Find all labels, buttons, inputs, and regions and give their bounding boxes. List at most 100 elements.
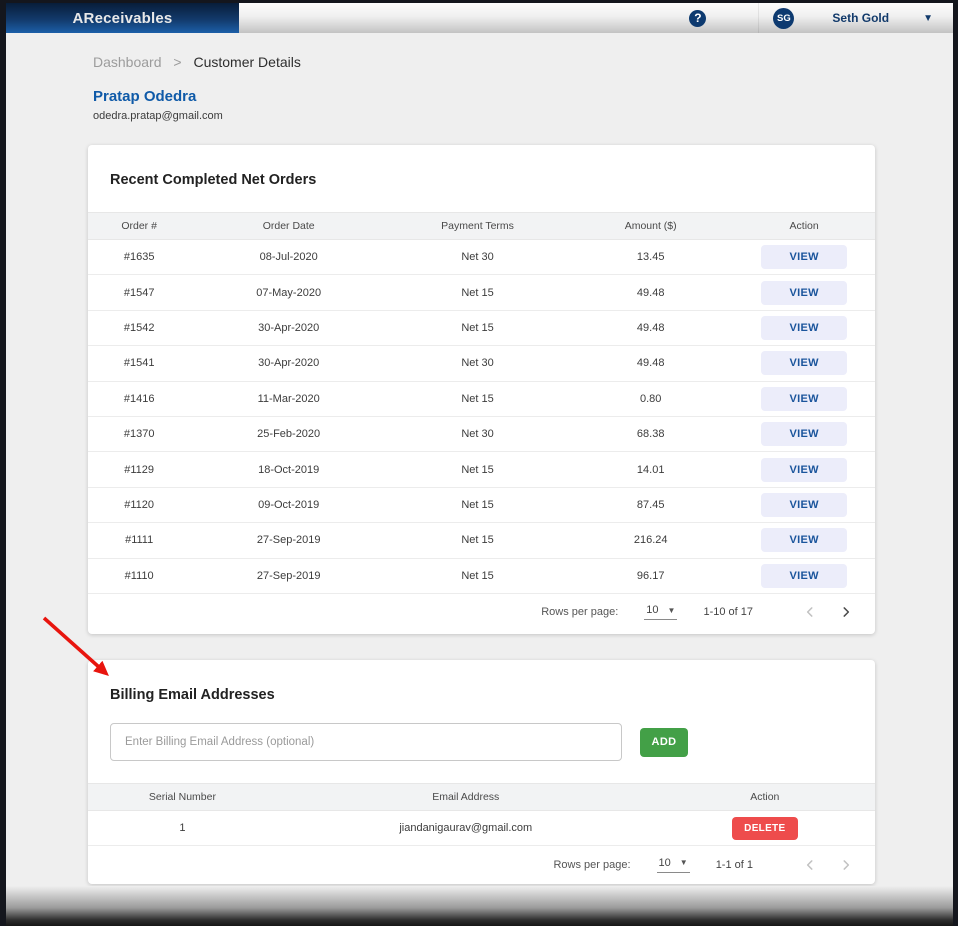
rows-per-page-select[interactable]: 10 ▼ [656, 857, 690, 873]
customer-email: odedra.pratap@gmail.com [93, 110, 223, 122]
table-cell: 49.48 [636, 286, 665, 299]
col-action: Action [750, 791, 780, 803]
table-cell: #1416 [123, 392, 155, 405]
order-table-row: #1129 18-Oct-2019 Net 15 14.01 VIEW [88, 452, 875, 488]
table-cell: Net 15 [461, 286, 494, 299]
order-table-row: #1370 25-Feb-2020 Net 30 68.38 VIEW [88, 416, 875, 453]
next-page-icon[interactable] [839, 605, 853, 619]
billing-emails-card: Billing Email Addresses ADD Serial Numbe… [88, 660, 875, 884]
table-cell: Net 30 [461, 428, 494, 441]
table-cell: Net 15 [461, 463, 494, 476]
table-cell: Net 15 [461, 392, 494, 405]
add-button[interactable]: ADD [640, 727, 688, 757]
table-cell-action: VIEW [733, 245, 875, 270]
page-range-label: 1-1 of 1 [715, 858, 753, 871]
table-cell: 27-Sep-2019 [256, 534, 321, 547]
table-cell: #1542 [123, 321, 155, 334]
table-cell: 49.48 [636, 357, 665, 370]
top-navigation-bar: AReceivables ? SG Seth Gold ▼ [6, 3, 953, 33]
col-email-address: Email Address [432, 791, 500, 803]
table-cell: 68.38 [636, 428, 665, 441]
table-cell: 25-Feb-2020 [257, 428, 321, 441]
table-cell-action: VIEW [733, 315, 875, 340]
rows-per-page-select[interactable]: 10 ▼ [644, 604, 678, 621]
table-cell: 87.45 [636, 498, 665, 511]
previous-page-icon[interactable] [803, 605, 817, 619]
rows-per-page-label: Rows per page: [541, 606, 619, 619]
bottom-vignette [6, 886, 953, 926]
col-serial-number: Serial Number [148, 791, 216, 803]
view-button[interactable]: VIEW [761, 528, 848, 553]
view-button[interactable]: VIEW [761, 351, 848, 376]
table-cell-action: VIEW [733, 351, 875, 376]
app-window: { "header": { "brand": "AReceivables", "… [0, 0, 958, 926]
view-button[interactable]: VIEW [761, 245, 848, 270]
table-cell: 96.17 [636, 569, 665, 582]
view-button[interactable]: VIEW [761, 280, 848, 305]
table-cell-action: VIEW [733, 457, 875, 482]
col-order-number: Order # [121, 220, 157, 232]
page-frame: AReceivables ? SG Seth Gold ▼ Dashboard … [6, 3, 953, 893]
table-cell: #1110 [124, 569, 154, 582]
view-button[interactable]: VIEW [761, 422, 848, 447]
brand-name: AReceivables [72, 9, 173, 27]
billing-table-row: 1 jiandanigaurav@gmail.com DELETE [88, 811, 875, 847]
order-table-row: #1635 08-Jul-2020 Net 30 13.45 VIEW [88, 240, 875, 276]
table-cell-action: VIEW [733, 492, 875, 517]
help-icon[interactable]: ? [689, 9, 707, 27]
orders-pagination: Rows per page: 10 ▼ 1-10 of 17 [88, 594, 875, 631]
billing-table-body: 1 jiandanigaurav@gmail.com DELETE [88, 811, 875, 847]
brand-logo[interactable]: AReceivables [6, 3, 239, 33]
order-table-row: #1547 07-May-2020 Net 15 49.48 VIEW [88, 275, 875, 311]
rows-per-page-value: 10 [646, 604, 659, 617]
table-cell-action: VIEW [733, 280, 875, 305]
user-menu[interactable]: SG Seth Gold ▼ [758, 3, 953, 33]
table-cell: 14.01 [636, 463, 665, 476]
user-name: Seth Gold [832, 11, 890, 25]
table-cell: #1635 [123, 251, 155, 264]
table-cell: 30-Apr-2020 [258, 357, 320, 370]
view-button[interactable]: VIEW [761, 492, 848, 517]
order-table-row: #1541 30-Apr-2020 Net 30 49.48 VIEW [88, 346, 875, 382]
billing-table-header: Serial Number Email Address Action [88, 783, 875, 811]
table-cell: Net 15 [461, 321, 494, 334]
view-button[interactable]: VIEW [761, 563, 848, 588]
next-page-icon[interactable] [839, 858, 853, 872]
table-cell: 49.48 [636, 321, 665, 334]
table-cell: #1547 [123, 286, 155, 299]
col-order-date: Order Date [262, 220, 315, 232]
chevron-down-icon[interactable]: ▼ [923, 13, 933, 24]
table-cell: Net 15 [461, 498, 494, 511]
previous-page-icon[interactable] [803, 858, 817, 872]
order-table-row: #1416 11-Mar-2020 Net 15 0.80 VIEW [88, 381, 875, 417]
table-cell-action: VIEW [733, 422, 875, 447]
rows-per-page-label: Rows per page: [553, 858, 631, 871]
table-cell: 30-Apr-2020 [258, 321, 320, 334]
chevron-down-icon: ▼ [667, 605, 676, 615]
table-cell: 27-Sep-2019 [256, 569, 321, 582]
table-cell-action: DELETE [655, 816, 875, 840]
delete-button[interactable]: DELETE [731, 816, 798, 840]
table-cell-action: VIEW [733, 386, 875, 411]
view-button[interactable]: VIEW [761, 315, 848, 340]
chevron-down-icon: ▼ [679, 858, 688, 868]
orders-card-title: Recent Completed Net Orders [110, 172, 317, 188]
view-button[interactable]: VIEW [761, 457, 848, 482]
breadcrumb-current: Customer Details [193, 54, 301, 70]
table-cell: #1129 [124, 463, 155, 476]
table-cell: 13.45 [636, 251, 665, 264]
recent-orders-card: Recent Completed Net Orders Order # Orde… [88, 145, 875, 634]
breadcrumb-dashboard[interactable]: Dashboard [93, 54, 162, 70]
view-button[interactable]: VIEW [761, 386, 848, 411]
table-cell: Net 15 [461, 569, 494, 582]
customer-name: Pratap Odedra [93, 88, 197, 105]
billing-input-row: ADD [110, 723, 875, 761]
table-cell: 08-Jul-2020 [259, 251, 318, 264]
table-cell: 18-Oct-2019 [258, 463, 320, 476]
table-cell-action: VIEW [733, 528, 875, 553]
avatar: SG [773, 7, 795, 29]
table-cell: 11-Mar-2020 [257, 392, 320, 405]
col-payment-terms: Payment Terms [441, 220, 514, 232]
table-cell: 1 [179, 822, 186, 835]
billing-email-input[interactable] [110, 723, 622, 761]
